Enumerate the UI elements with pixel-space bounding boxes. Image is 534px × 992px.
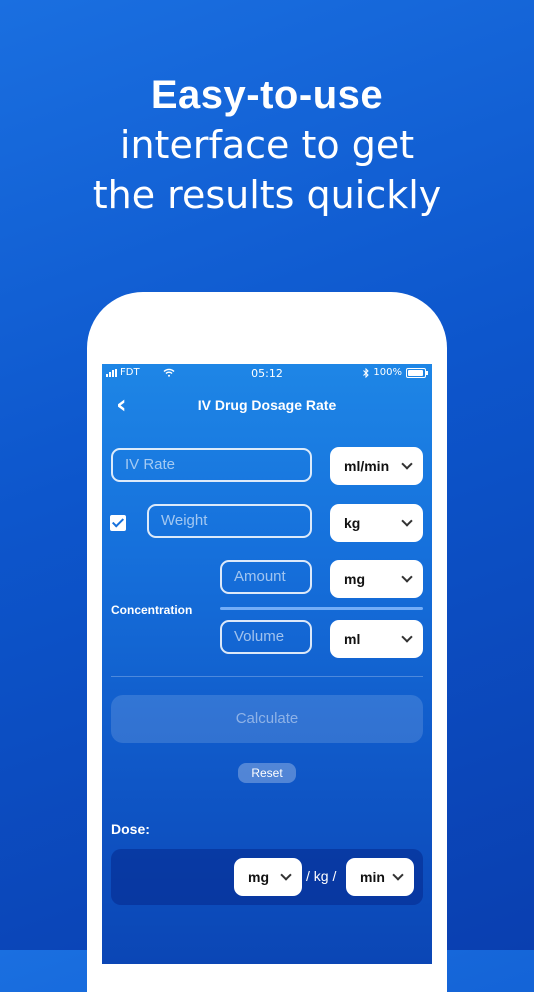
status-bar: FDT 05:12 100% xyxy=(102,364,432,384)
amount-unit-value: mg xyxy=(344,571,365,587)
concentration-label: Concentration xyxy=(111,603,193,617)
weight-unit-select[interactable]: kg xyxy=(330,504,423,542)
volume-unit-select[interactable]: ml xyxy=(330,620,423,658)
chevron-down-icon xyxy=(401,571,413,583)
chevron-down-icon xyxy=(392,869,404,881)
dose-time-unit-value: min xyxy=(360,869,385,885)
dose-time-unit-select[interactable]: min xyxy=(346,858,414,896)
iv-rate-unit-select[interactable]: ml/min xyxy=(330,447,423,485)
nav-bar: ‹ IV Drug Dosage Rate xyxy=(102,392,432,422)
iv-rate-unit-value: ml/min xyxy=(344,458,390,474)
headline-line-1: interface to get xyxy=(119,123,415,167)
headline-bold: Easy-to-use xyxy=(150,73,384,117)
amount-unit-select[interactable]: mg xyxy=(330,560,423,598)
chevron-down-icon xyxy=(401,631,413,643)
app-screen: FDT 05:12 100% ‹ IV Drug Dosage Rate IV … xyxy=(102,364,432,964)
volume-unit-value: ml xyxy=(344,631,361,647)
iv-rate-input[interactable]: IV Rate xyxy=(111,448,312,482)
chevron-down-icon xyxy=(280,869,292,881)
chevron-down-icon xyxy=(401,458,413,470)
page-title: IV Drug Dosage Rate xyxy=(197,397,337,413)
weight-checkbox[interactable] xyxy=(110,515,126,531)
dose-mass-unit-select[interactable]: mg xyxy=(234,858,302,896)
dose-label: Dose: xyxy=(111,821,150,837)
calculate-button[interactable]: Calculate xyxy=(111,695,423,743)
concentration-divider xyxy=(220,607,423,610)
weight-unit-value: kg xyxy=(344,515,361,531)
battery-percent: 100% xyxy=(373,367,402,378)
weight-input[interactable]: Weight xyxy=(147,504,312,538)
dose-mass-unit-value: mg xyxy=(248,869,269,885)
reset-button[interactable]: Reset xyxy=(238,763,296,783)
headline-line-2: the results quickly xyxy=(92,173,442,217)
amount-input[interactable]: Amount xyxy=(220,560,312,594)
battery-icon xyxy=(406,367,428,378)
volume-input[interactable]: Volume xyxy=(220,620,312,654)
section-divider xyxy=(111,676,423,677)
dose-separator: / kg / xyxy=(306,868,337,884)
promo-headline: Easy-to-use interface to get the results… xyxy=(0,70,534,220)
bluetooth-icon xyxy=(363,367,370,378)
chevron-down-icon xyxy=(401,515,413,527)
